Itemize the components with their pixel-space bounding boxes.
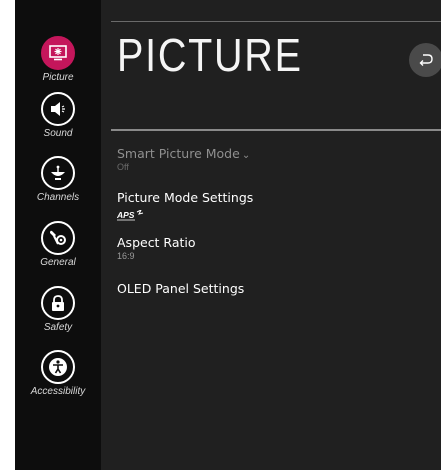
sidebar-item-general[interactable]: General: [15, 221, 101, 268]
sidebar-item-label: Channels: [36, 192, 80, 203]
sidebar-item-label: Safety: [43, 322, 73, 333]
sidebar-item-picture[interactable]: Picture: [15, 36, 101, 83]
sidebar-item-safety[interactable]: Safety: [15, 286, 101, 333]
back-button[interactable]: [409, 43, 441, 77]
divider: [111, 21, 441, 22]
settings-sidebar: Picture Sound Channels General Safety Ac…: [15, 0, 101, 470]
menu-item-label: OLED Panel Settings: [117, 281, 245, 296]
sidebar-item-label: Picture: [42, 72, 74, 83]
menu-item-label: Picture Mode Settings: [117, 190, 254, 205]
speaker-icon: [41, 92, 75, 126]
back-icon: [419, 51, 433, 70]
wrench-gear-icon: [41, 221, 75, 255]
menu-item-value: 16:9: [117, 251, 135, 261]
menu-item-label: Aspect Ratio: [117, 235, 196, 250]
sidebar-item-accessibility[interactable]: Accessibility: [15, 350, 101, 397]
page-title: PICTURE: [117, 29, 303, 81]
satellite-dish-icon: [41, 156, 75, 190]
divider: [111, 129, 441, 131]
menu-item-smart-picture-mode[interactable]: Smart Picture Mode ⌄ Off: [117, 146, 250, 172]
lock-icon: [41, 286, 75, 320]
menu-item-picture-mode-settings[interactable]: Picture Mode Settings APS: [116, 190, 254, 225]
sidebar-item-label: Accessibility: [30, 386, 86, 397]
aps-badge-icon: APS: [116, 206, 253, 225]
menu-item-label: Smart Picture Mode: [117, 146, 240, 161]
main-panel: PICTURE Smart Picture Mode ⌄ Off Picture …: [101, 0, 441, 470]
menu-item-aspect-ratio[interactable]: Aspect Ratio 16:9: [117, 235, 196, 261]
chevron-down-icon: ⌄: [241, 150, 251, 161]
picture-icon: [41, 36, 75, 70]
accessibility-icon: [41, 350, 75, 384]
sidebar-item-sound[interactable]: Sound: [15, 92, 101, 139]
sidebar-item-channels[interactable]: Channels: [15, 156, 101, 203]
sidebar-item-label: Sound: [43, 128, 73, 139]
svg-text:APS: APS: [117, 210, 135, 220]
sidebar-item-label: General: [40, 257, 76, 268]
menu-item-value: Off: [117, 162, 129, 172]
menu-item-oled-panel-settings[interactable]: OLED Panel Settings: [117, 281, 244, 296]
